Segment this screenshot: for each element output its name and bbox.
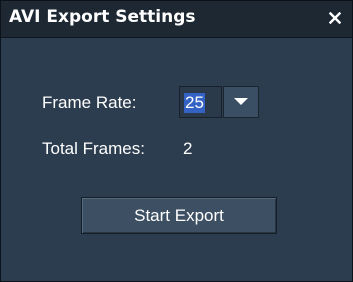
total-frames-value: 2 bbox=[183, 139, 193, 158]
frame-rate-label: Frame Rate: bbox=[42, 93, 137, 112]
frame-rate-select[interactable]: 25 bbox=[179, 86, 259, 118]
chevron-down-icon bbox=[234, 98, 248, 105]
dialog-title: AVI Export Settings bbox=[9, 7, 196, 27]
close-button[interactable] bbox=[322, 5, 348, 31]
start-export-button[interactable]: Start Export bbox=[81, 197, 277, 234]
close-icon bbox=[329, 12, 341, 24]
title-bar: AVI Export Settings bbox=[1, 1, 352, 38]
frame-rate-value-box[interactable]: 25 bbox=[179, 86, 222, 118]
avi-export-settings-dialog: AVI Export Settings Frame Rate: 25 Total… bbox=[0, 0, 353, 282]
frame-rate-value: 25 bbox=[184, 93, 205, 113]
total-frames-label: Total Frames: bbox=[42, 139, 145, 158]
frame-rate-dropdown-button[interactable] bbox=[223, 86, 259, 118]
